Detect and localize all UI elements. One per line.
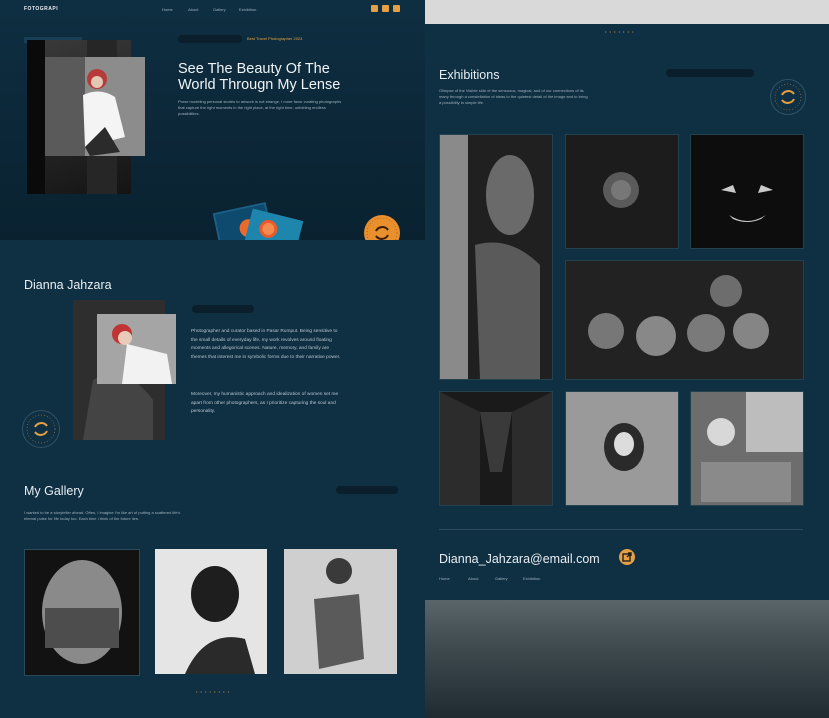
- gallery-photo-airplane-window[interactable]: [24, 549, 140, 676]
- gallery-title: My Gallery: [24, 484, 84, 498]
- exhibition-photo-beaded-woman[interactable]: [439, 134, 553, 380]
- right-pagination-dots[interactable]: • • • • • • •: [605, 29, 634, 34]
- about-contact-badge[interactable]: [22, 410, 60, 448]
- exhibitions-section: • • • • • • • Exhibitions Glimpse of the…: [425, 24, 829, 600]
- exhibition-photo-insect[interactable]: [565, 391, 679, 506]
- right-bottom-strip: [425, 600, 829, 718]
- hero-badge-pill: [178, 35, 242, 43]
- hero-section: FOTOGRAPI Home About Gallery Exhibition: [0, 0, 425, 251]
- about-pill: [192, 305, 254, 313]
- site-logo[interactable]: FOTOGRAPI: [24, 6, 58, 12]
- hero-title: See The Beauty Of The World Througn My L…: [178, 61, 398, 93]
- nav-link-exhibition[interactable]: Exhibition: [239, 7, 256, 12]
- gallery-pill: [336, 486, 398, 494]
- youtube-icon[interactable]: [393, 5, 400, 12]
- about-section: Dianna Jahzara Photographer and curator …: [0, 240, 425, 718]
- gallery-photo-man-profile[interactable]: [155, 549, 267, 674]
- exhibition-photo-rose[interactable]: [565, 134, 679, 249]
- footer-link-home[interactable]: Home: [439, 576, 450, 581]
- about-paragraph-1: Photographer and curator based in Pasar …: [191, 329, 341, 360]
- about-photo-portrait: [97, 314, 176, 384]
- gallery-photo-woman-dancing[interactable]: [284, 549, 397, 674]
- landing-page-left: FOTOGRAPI Home About Gallery Exhibition: [0, 0, 425, 718]
- external-link-icon[interactable]: [619, 549, 635, 565]
- hero-badge-text: Best Travel Photographer 2024: [247, 36, 303, 41]
- hero-description: Prose modeling personal stories to artwo…: [178, 99, 342, 116]
- right-top-strip: [425, 0, 829, 24]
- footer-divider: [439, 529, 803, 530]
- nav-link-home[interactable]: Home: [162, 7, 173, 12]
- contact-email[interactable]: Dianna_Jahzara@email.com: [439, 552, 600, 566]
- instagram-icon[interactable]: [371, 5, 378, 12]
- hero-title-line2: World Througn My Lense: [178, 77, 341, 93]
- footer-link-exhibition[interactable]: Exhibition: [523, 576, 540, 581]
- exhibition-photo-oranges[interactable]: [565, 260, 804, 380]
- refresh-icon: [26, 414, 56, 444]
- hero-photo-portrait: [45, 57, 145, 156]
- exhibitions-pill: [666, 69, 754, 77]
- about-paragraph-2: Moreover, my humanistic approach and ide…: [191, 392, 339, 415]
- nav-link-about[interactable]: About: [188, 7, 198, 12]
- refresh-icon: [774, 83, 802, 111]
- exhibitions-title: Exhibitions: [439, 68, 500, 82]
- footer-link-gallery[interactable]: Gallery: [495, 576, 508, 581]
- hero-title-line1: See The Beauty Of The: [178, 61, 330, 77]
- footer-link-about[interactable]: About: [468, 576, 478, 581]
- left-pagination-dots[interactable]: • • • • • • • •: [196, 689, 230, 694]
- exhibition-photo-graffiti[interactable]: [690, 391, 804, 506]
- exhibition-photo-pumpkin[interactable]: [690, 134, 804, 249]
- exhibitions-description: Glimpse of the Visible side of the sensu…: [439, 88, 588, 105]
- gallery-description: I wanted to be a storyteller ahead. Ofte…: [24, 510, 181, 521]
- about-name: Dianna Jahzara: [24, 278, 112, 292]
- exhibition-photo-torii-path[interactable]: [439, 391, 553, 506]
- exhibitions-contact-badge[interactable]: [770, 79, 806, 115]
- nav-link-gallery[interactable]: Gallery: [213, 7, 226, 12]
- twitter-icon[interactable]: [382, 5, 389, 12]
- landing-page-right: • • • • • • • Exhibitions Glimpse of the…: [425, 0, 829, 718]
